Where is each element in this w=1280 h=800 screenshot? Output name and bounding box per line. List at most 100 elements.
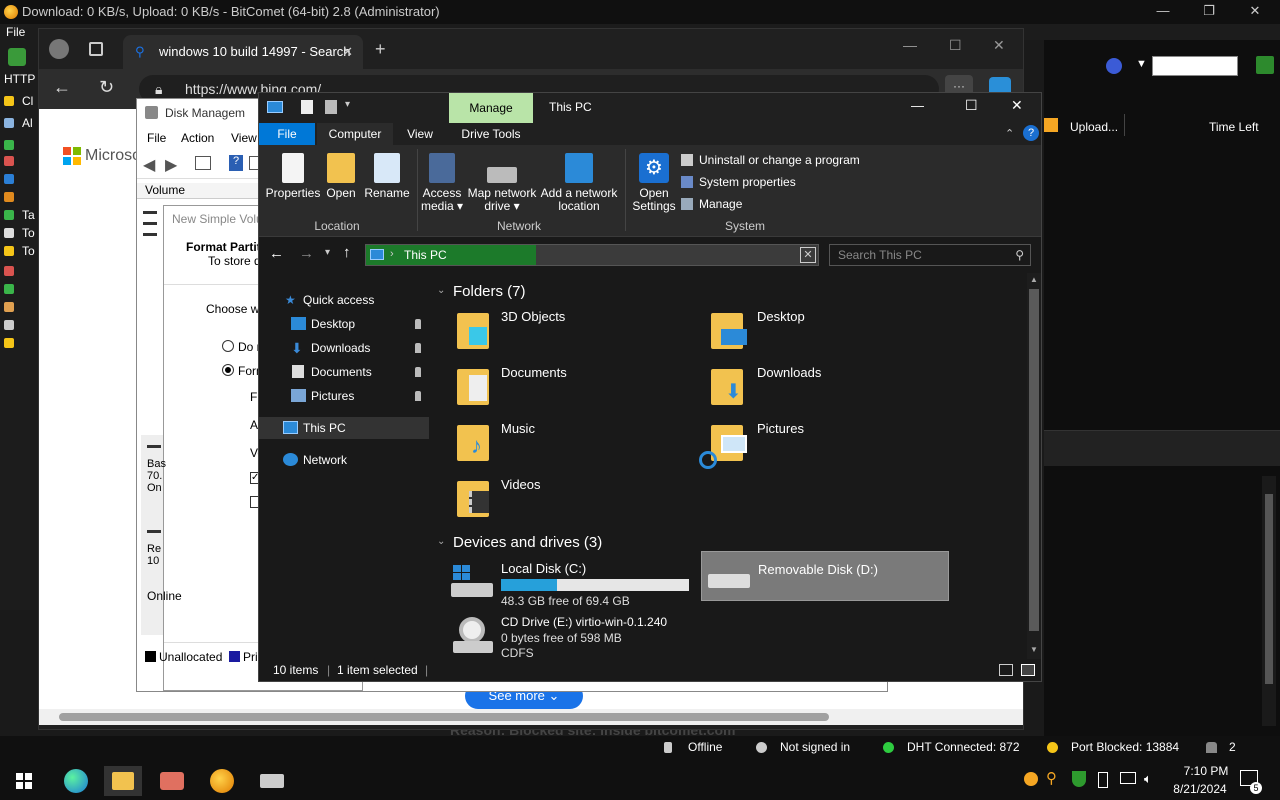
explorer-minimize-button[interactable]: — bbox=[911, 98, 924, 113]
refresh-icon[interactable]: ↻ bbox=[99, 77, 114, 98]
file-explorer-taskbar-icon[interactable] bbox=[104, 766, 142, 796]
tool-icon[interactable] bbox=[4, 266, 14, 276]
drive-item-d[interactable]: Removable Disk (D:) bbox=[701, 551, 949, 601]
bitcomet-http-icon[interactable] bbox=[8, 48, 26, 66]
disk-management-taskbar-icon[interactable] bbox=[256, 766, 288, 796]
close-tab-icon[interactable]: ✕ bbox=[342, 35, 353, 69]
back-icon[interactable]: ← bbox=[53, 77, 71, 98]
bitcomet-restore-button[interactable]: ❐ bbox=[1186, 0, 1232, 24]
clock-time[interactable]: 7:10 PM bbox=[1174, 764, 1238, 778]
help-icon[interactable]: ? bbox=[1023, 125, 1039, 141]
folders-header[interactable]: Folders (7) bbox=[453, 283, 526, 300]
radio-do-not-format[interactable] bbox=[222, 340, 234, 352]
breadcrumb-this-pc[interactable]: This PC bbox=[404, 248, 447, 262]
profile-avatar[interactable] bbox=[49, 39, 69, 59]
tab-view[interactable]: View bbox=[395, 123, 445, 145]
usb-icon[interactable] bbox=[1098, 772, 1108, 788]
nav-desktop[interactable]: Desktop bbox=[259, 313, 429, 335]
search-icon[interactable]: ⚲ bbox=[1015, 245, 1024, 265]
folder-item[interactable]: Documents bbox=[455, 365, 695, 415]
nav-this-pc[interactable]: This PC bbox=[259, 417, 429, 439]
details-view-icon[interactable] bbox=[999, 664, 1013, 676]
go-button[interactable] bbox=[1256, 56, 1274, 74]
rename-button[interactable]: Rename bbox=[363, 153, 411, 200]
nav-downloads[interactable]: ⬇ Downloads bbox=[259, 337, 429, 359]
page-icon[interactable] bbox=[4, 228, 14, 238]
forward-icon[interactable]: → bbox=[299, 245, 314, 262]
drives-header[interactable]: Devices and drives (3) bbox=[453, 534, 602, 551]
edge-tab[interactable]: ⚲ windows 10 build 14997 - Search ✕ bbox=[123, 35, 363, 69]
panel-icon[interactable] bbox=[195, 156, 211, 170]
scrollbar-thumb[interactable] bbox=[1265, 494, 1273, 684]
customize-quick-access-icon[interactable]: ▾ bbox=[345, 99, 350, 110]
back-icon[interactable]: ← bbox=[269, 245, 284, 262]
address-field[interactable]: › This PC ✕ bbox=[365, 244, 819, 266]
start-button[interactable] bbox=[10, 766, 38, 796]
transfer-icon[interactable] bbox=[4, 192, 14, 202]
sidebar-item-label[interactable]: Al bbox=[22, 116, 33, 130]
content-vertical-scrollbar[interactable]: ▲ ▼ bbox=[1027, 273, 1041, 659]
drive-item-e[interactable]: CD Drive (E:) virtio-win-0.1.240 0 bytes… bbox=[451, 613, 751, 660]
column-time-left[interactable]: Time Left bbox=[1209, 120, 1259, 134]
bell-icon[interactable] bbox=[1206, 742, 1217, 753]
edge-horizontal-scrollbar[interactable] bbox=[39, 709, 1023, 725]
check-icon[interactable] bbox=[4, 156, 14, 166]
column-upload[interactable]: Upload... bbox=[1070, 120, 1118, 134]
sidebar-item-label[interactable]: Ta bbox=[22, 208, 35, 222]
bitcomet-close-button[interactable]: ✕ bbox=[1232, 0, 1278, 24]
globe-icon[interactable] bbox=[1106, 58, 1122, 74]
chevron-down-icon[interactable]: ⌄ bbox=[437, 536, 445, 547]
folder-item[interactable]: ⬇ Downloads bbox=[709, 365, 949, 415]
pin-icon[interactable] bbox=[415, 367, 421, 377]
recent-locations-icon[interactable]: ▾ bbox=[325, 247, 330, 258]
scroll-down-icon[interactable]: ▼ bbox=[1030, 645, 1038, 654]
stop-loading-icon[interactable]: ✕ bbox=[800, 247, 816, 263]
edge-maximize-button[interactable]: ☐ bbox=[949, 37, 962, 54]
pin-icon[interactable] bbox=[415, 391, 421, 401]
folder-item[interactable]: 3D Objects bbox=[455, 309, 695, 359]
tab-actions-icon[interactable] bbox=[89, 42, 103, 56]
sidebar-item-label[interactable]: To bbox=[22, 244, 35, 258]
explorer-maximize-button[interactable]: ☐ bbox=[965, 97, 978, 114]
tab-drive-tools[interactable]: Drive Tools bbox=[449, 123, 533, 145]
new-folder-quick-icon[interactable] bbox=[325, 100, 337, 114]
edge-close-button[interactable]: ✕ bbox=[993, 37, 1005, 54]
network-tray-icon[interactable] bbox=[1120, 772, 1136, 784]
folder-item[interactable]: Videos bbox=[455, 477, 695, 527]
properties-quick-icon[interactable] bbox=[301, 100, 313, 114]
drive-item-c[interactable]: Local Disk (C:) 48.3 GB free of 69.4 GB bbox=[451, 557, 693, 608]
collapse-ribbon-icon[interactable]: ⌃ bbox=[1005, 127, 1014, 140]
pin-icon[interactable] bbox=[415, 319, 421, 329]
nav-pictures[interactable]: Pictures bbox=[259, 385, 429, 407]
tool-icon[interactable] bbox=[4, 338, 14, 348]
properties-button[interactable]: Properties bbox=[265, 153, 321, 200]
bitcomet-search-input[interactable] bbox=[1152, 56, 1238, 76]
down-arrow-icon[interactable] bbox=[4, 140, 14, 150]
upload-icon[interactable] bbox=[4, 174, 14, 184]
network-tool-taskbar-icon[interactable] bbox=[156, 766, 188, 796]
tool-icon[interactable] bbox=[4, 284, 14, 294]
volume-icon[interactable]: 🔈︎ bbox=[1144, 771, 1152, 787]
edge-taskbar-icon[interactable] bbox=[60, 766, 92, 796]
sidebar-item-label[interactable]: Cl bbox=[22, 94, 33, 108]
system-properties-button[interactable]: System properties bbox=[681, 175, 867, 193]
nav-network[interactable]: Network bbox=[259, 449, 429, 471]
tab-computer[interactable]: Computer bbox=[317, 123, 393, 145]
access-media-button[interactable]: Access media ▾ bbox=[419, 153, 465, 213]
scrollbar-thumb[interactable] bbox=[59, 713, 829, 721]
uninstall-program-button[interactable]: Uninstall or change a program bbox=[681, 153, 867, 171]
tab-file[interactable]: File bbox=[259, 123, 315, 145]
folder-item[interactable]: ♪ Music bbox=[455, 421, 695, 471]
document-icon[interactable] bbox=[4, 118, 14, 128]
clock-date[interactable]: 8/21/2024 bbox=[1168, 782, 1232, 796]
menu-file[interactable]: File bbox=[147, 131, 166, 145]
search-input[interactable]: Search This PC ⚲ bbox=[829, 244, 1031, 266]
nav-documents[interactable]: Documents bbox=[259, 361, 429, 383]
radio-format[interactable] bbox=[222, 364, 234, 376]
bitcomet-menu-file[interactable]: File bbox=[6, 25, 25, 39]
bitcomet-minimize-button[interactable]: — bbox=[1140, 0, 1186, 24]
chevron-down-icon[interactable]: ▼ bbox=[1136, 58, 1147, 70]
folder-icon[interactable] bbox=[4, 246, 14, 256]
security-shield-icon[interactable] bbox=[1072, 771, 1086, 787]
star-icon[interactable] bbox=[4, 96, 14, 106]
